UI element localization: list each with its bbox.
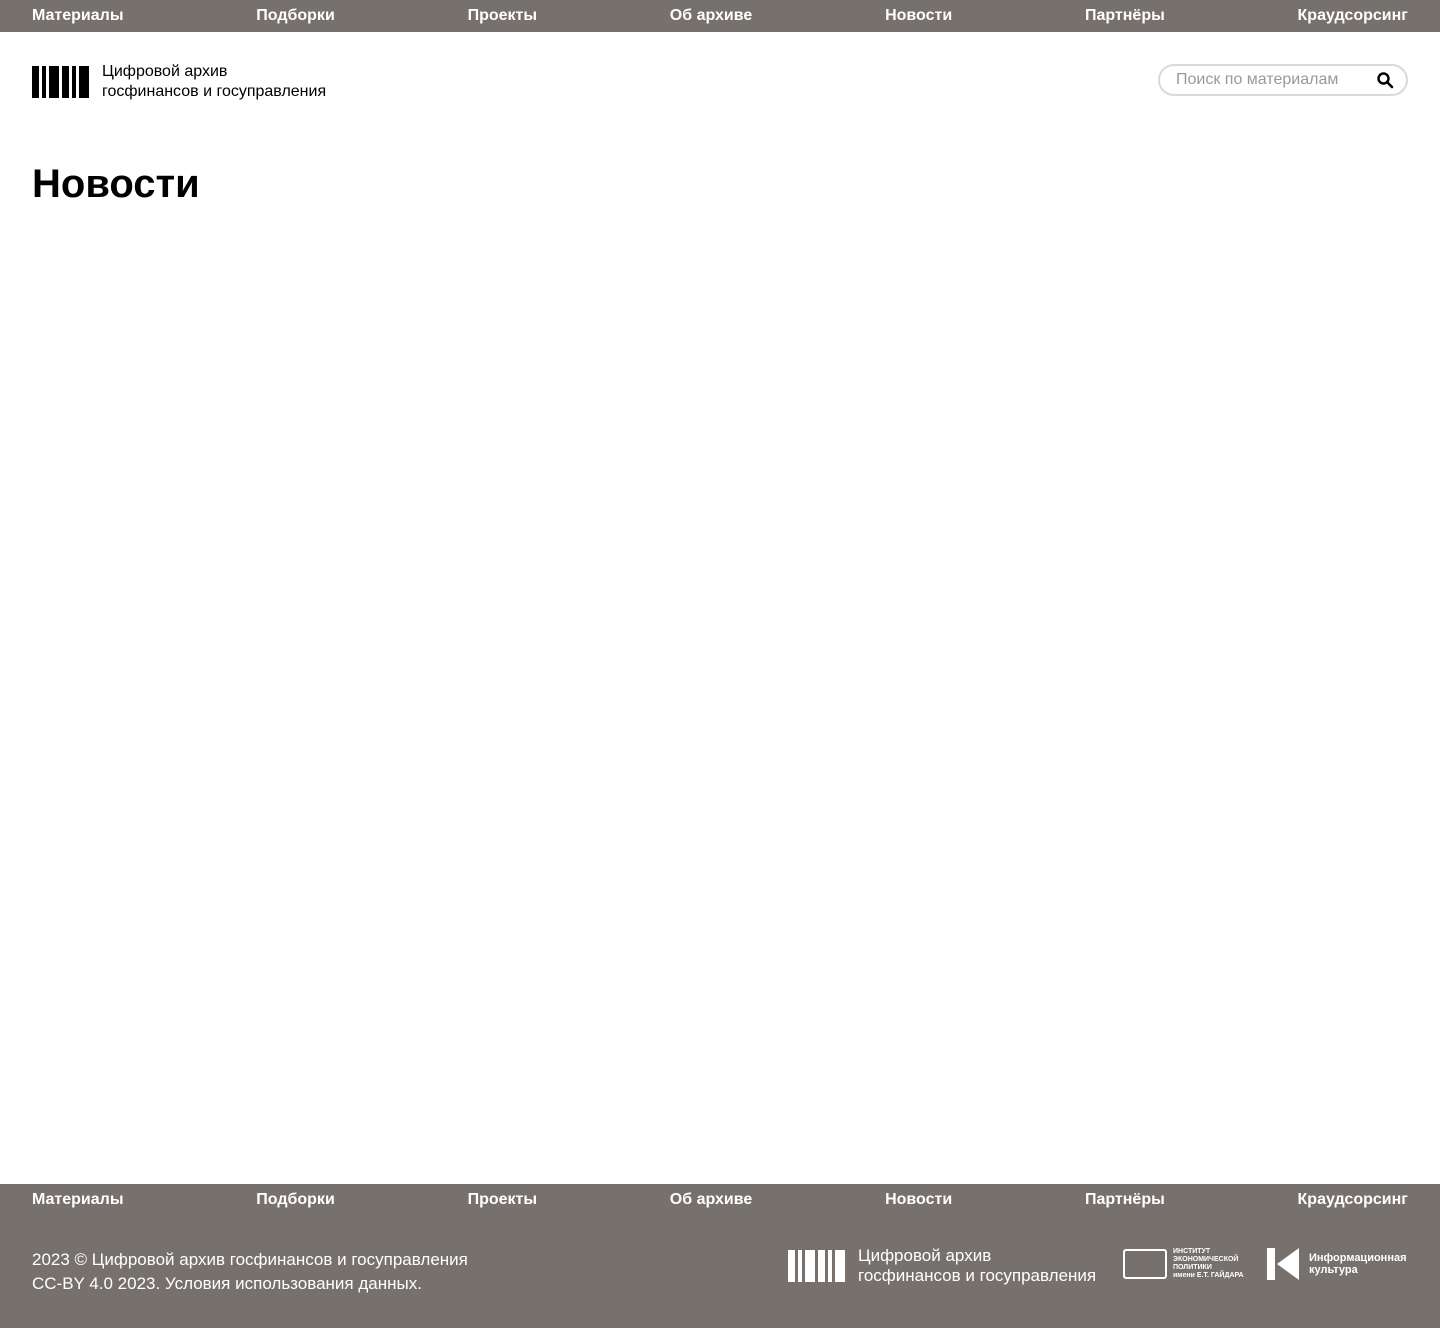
footer-link-materials[interactable]: Материалы <box>32 1184 124 1216</box>
footer-logo-text: Цифровой архив госфинансов и госуправлен… <box>858 1246 1096 1286</box>
nav-link-projects[interactable]: Проекты <box>468 0 537 32</box>
copyright-line-2[interactable]: CC-BY 4.0 2023. Условия использования да… <box>32 1272 468 1296</box>
logo-mark-icon <box>32 66 92 98</box>
nav-link-crowdsourcing[interactable]: Краудсорсинг <box>1298 0 1408 32</box>
partner-logo-info-culture[interactable]: Информационная культура <box>1267 1248 1407 1280</box>
footer-link-collections[interactable]: Подборки <box>256 1184 335 1216</box>
nav-link-about[interactable]: Об архиве <box>670 0 753 32</box>
copyright: 2023 © Цифровой архив госфинансов и госу… <box>32 1248 468 1296</box>
nav-link-news[interactable]: Новости <box>885 0 952 32</box>
footer-logo-mark-icon <box>788 1250 848 1282</box>
gaidar-institute-icon <box>1123 1249 1167 1279</box>
page-title: Новости <box>32 162 200 206</box>
logo-text: Цифровой архив госфинансов и госуправлен… <box>102 62 326 102</box>
nav-link-partners[interactable]: Партнёры <box>1085 0 1165 32</box>
logo-line-2: госфинансов и госуправления <box>102 83 327 100</box>
info-culture-icon <box>1267 1248 1299 1280</box>
footer-link-about[interactable]: Об архиве <box>670 1184 753 1216</box>
footer-logo[interactable]: Цифровой архив госфинансов и госуправлен… <box>788 1246 1096 1286</box>
footer-logo-line-1: Цифровой архив <box>858 1246 992 1265</box>
search-input[interactable] <box>1174 70 1376 90</box>
footer-link-news[interactable]: Новости <box>885 1184 952 1216</box>
logo-line-1: Цифровой архив <box>102 63 228 80</box>
nav-link-materials[interactable]: Материалы <box>32 0 124 32</box>
footer-logo-line-2: госфинансов и госуправления <box>858 1266 1097 1285</box>
footer-link-crowdsourcing[interactable]: Краудсорсинг <box>1298 1184 1408 1216</box>
nav-link-collections[interactable]: Подборки <box>256 0 335 32</box>
footer-link-partners[interactable]: Партнёры <box>1085 1184 1165 1216</box>
footer-nav: Материалы Подборки Проекты Об архиве Нов… <box>0 1184 1440 1216</box>
site-logo[interactable]: Цифровой архив госфинансов и госуправлен… <box>32 62 326 102</box>
search-icon[interactable] <box>1376 71 1394 89</box>
partner-logo-gaidar-institute[interactable]: ИНСТИТУТ ЭКОНОМИЧЕСКОЙ ПОЛИТИКИ имени Е.… <box>1123 1248 1244 1280</box>
copyright-line-1: 2023 © Цифровой архив госфинансов и госу… <box>32 1250 468 1269</box>
top-nav: Материалы Подборки Проекты Об архиве Нов… <box>0 0 1440 32</box>
footer: 2023 © Цифровой архив госфинансов и госу… <box>0 1216 1440 1328</box>
info-culture-text: Информационная культура <box>1309 1252 1407 1276</box>
gaidar-institute-text: ИНСТИТУТ ЭКОНОМИЧЕСКОЙ ПОЛИТИКИ имени Е.… <box>1173 1248 1244 1279</box>
search-box <box>1158 64 1408 96</box>
footer-link-projects[interactable]: Проекты <box>468 1184 537 1216</box>
